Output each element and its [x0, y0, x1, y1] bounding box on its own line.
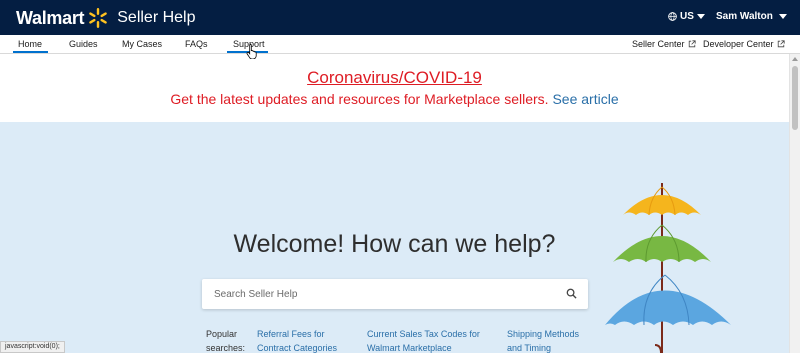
browser-status-bar: javascript:void(0); — [0, 341, 65, 353]
hand-cursor-icon — [246, 43, 257, 59]
user-menu[interactable]: Sam Walton — [716, 11, 787, 22]
locale-selector[interactable]: US — [668, 11, 705, 22]
walmart-logo[interactable]: Walmart Seller Help — [16, 7, 196, 29]
globe-icon — [668, 12, 677, 21]
popular-link-referral-fees[interactable]: Referral Fees for Contract Categories — [257, 327, 347, 353]
main-nav: Home Guides My Cases FAQs Support Seller… — [0, 35, 800, 54]
chevron-down-icon — [696, 14, 705, 19]
scroll-up-arrow-icon[interactable] — [792, 57, 798, 61]
user-name: Sam Walton — [716, 11, 773, 22]
locale-label: US — [680, 11, 694, 22]
scroll-thumb[interactable] — [792, 66, 798, 130]
top-header: Walmart Seller Help US Sam Walton — [0, 0, 800, 35]
alert-title-link[interactable]: Coronavirus/COVID-19 — [0, 68, 789, 88]
nav-guides[interactable]: Guides — [69, 39, 98, 49]
popular-link-sales-tax-codes[interactable]: Current Sales Tax Codes for Walmart Mark… — [367, 327, 487, 353]
alert-text: Get the latest updates and resources for… — [170, 91, 549, 107]
popular-link-shipping-methods[interactable]: Shipping Methods and Timing — [507, 327, 587, 353]
nav-faqs[interactable]: FAQs — [185, 39, 208, 49]
brand-wordmark: Walmart — [16, 7, 85, 28]
nav-my-cases[interactable]: My Cases — [122, 39, 162, 49]
search-box — [202, 279, 588, 309]
alert-body: Get the latest updates and resources for… — [0, 91, 789, 107]
page-scrollbar[interactable] — [789, 54, 800, 353]
external-link-icon — [777, 40, 785, 48]
nav-home[interactable]: Home — [18, 39, 42, 49]
search-icon[interactable] — [566, 288, 577, 299]
seller-center-link[interactable]: Seller Center — [632, 39, 696, 49]
active-tab-indicator — [13, 51, 48, 53]
see-article-link[interactable]: See article — [552, 91, 618, 107]
spark-icon — [89, 8, 108, 28]
search-input[interactable] — [202, 279, 552, 309]
popular-searches-label: Popular searches: — [206, 329, 246, 353]
chevron-down-icon — [778, 14, 787, 19]
covid-alert-banner: Coronavirus/COVID-19 Get the latest upda… — [0, 54, 789, 122]
developer-center-label: Developer Center — [703, 39, 774, 49]
umbrellas-illustration — [605, 183, 731, 353]
external-link-icon — [688, 40, 696, 48]
product-name: Seller Help — [117, 9, 196, 26]
seller-center-label: Seller Center — [632, 39, 685, 49]
developer-center-link[interactable]: Developer Center — [703, 39, 785, 49]
